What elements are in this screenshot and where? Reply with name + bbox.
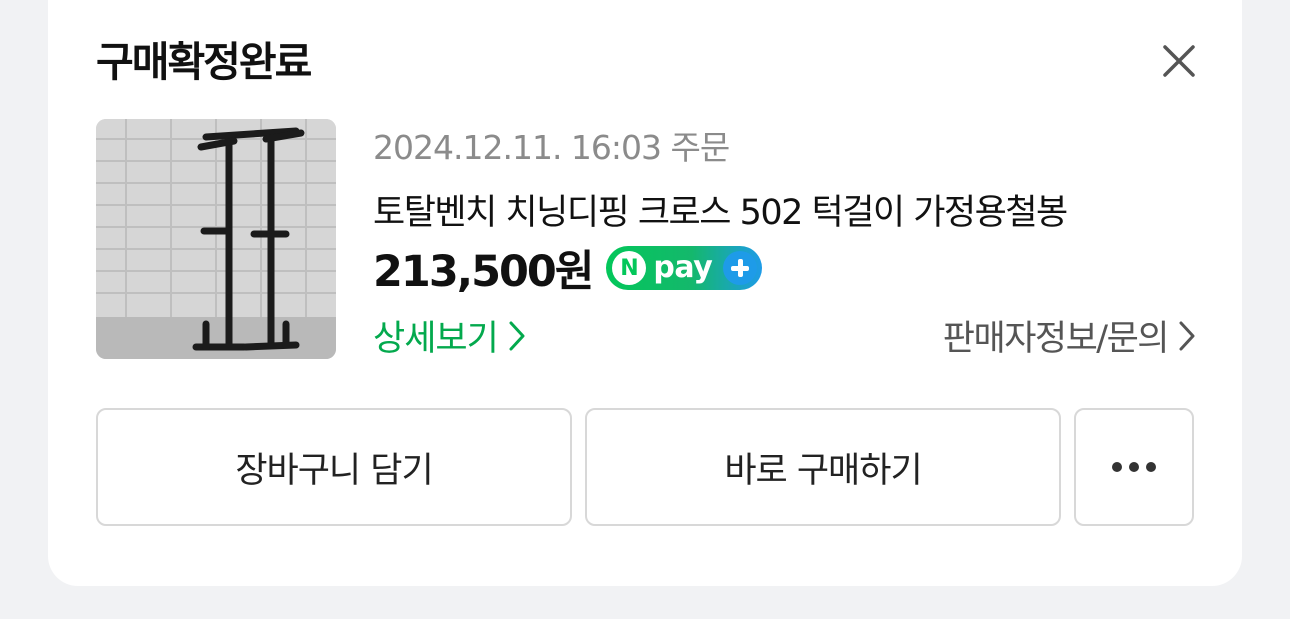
seller-info-label: 판매자정보/문의 (942, 319, 1170, 359)
detail-link-label: 상세보기 (373, 319, 499, 359)
chevron-right-icon (1179, 321, 1195, 350)
add-to-cart-label: 장바구니 담기 (235, 450, 433, 491)
close-button[interactable] (1156, 38, 1202, 84)
buy-now-button[interactable]: 바로 구매하기 (585, 408, 1061, 526)
order-card: 구매확정완료 2024.12.11. 16:03 주문 토탈벤치 치닝디핑 크로… (48, 0, 1242, 586)
buy-now-label: 바로 구매하기 (724, 450, 922, 491)
card-title: 구매확정완료 (96, 38, 312, 86)
npay-text: pay (653, 250, 713, 285)
more-dots-icon (1112, 462, 1156, 472)
npay-n-icon: N (612, 251, 647, 285)
order-date: 2024.12.11. 16:03 주문 (373, 128, 730, 167)
plus-icon (723, 251, 758, 285)
seller-info-link[interactable]: 판매자정보/문의 (943, 310, 1196, 361)
chevron-right-icon (509, 321, 525, 350)
price: 213,500원 (373, 247, 594, 297)
close-icon (1163, 45, 1195, 77)
add-to-cart-button[interactable]: 장바구니 담기 (96, 408, 572, 526)
product-image[interactable] (96, 119, 336, 359)
npay-plus-badge: N pay (606, 246, 763, 290)
product-name[interactable]: 토탈벤치 치닝디핑 크로스 502 턱걸이 가정용철봉 (373, 184, 1068, 235)
detail-link[interactable]: 상세보기 (373, 310, 526, 361)
price-row: 213,500원 N pay (373, 242, 763, 297)
more-options-button[interactable] (1074, 408, 1194, 526)
